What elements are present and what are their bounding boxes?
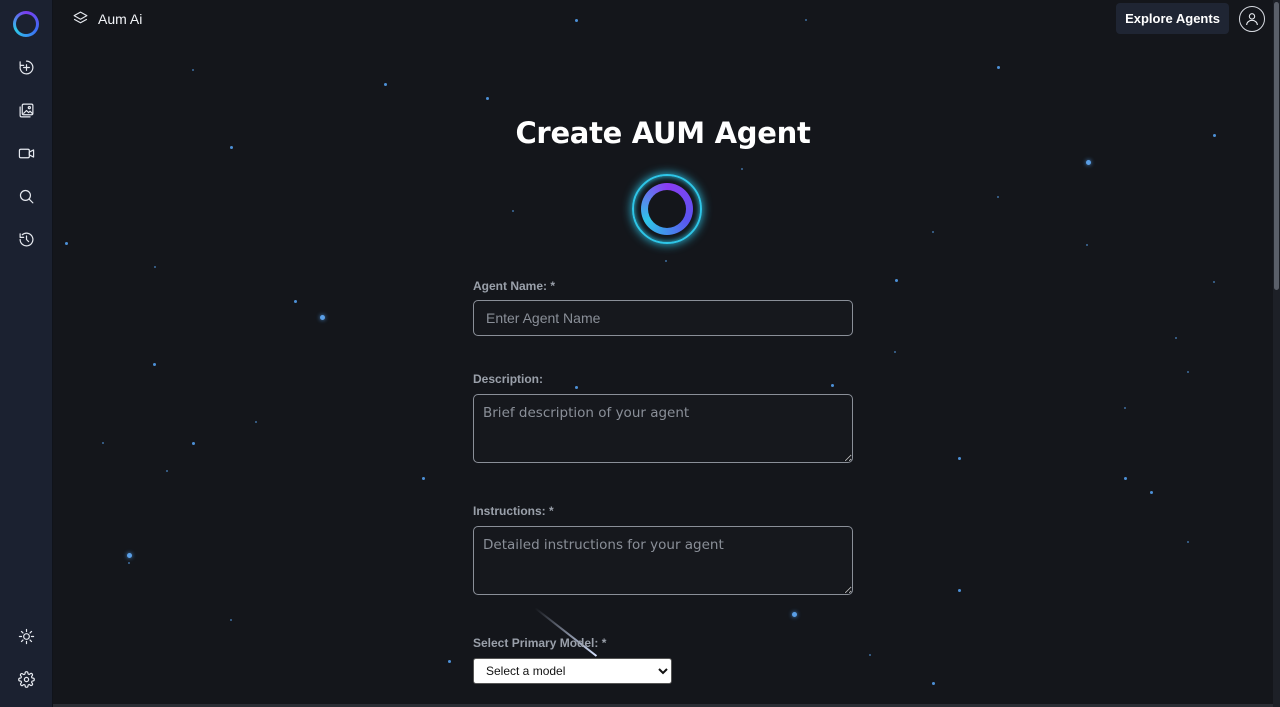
star — [153, 363, 156, 366]
star — [1213, 281, 1215, 283]
star — [65, 242, 68, 245]
star — [320, 315, 325, 320]
agent-name-input[interactable] — [473, 300, 853, 336]
primary-model-select[interactable]: Select a model — [473, 658, 672, 684]
star — [1187, 541, 1189, 543]
star — [997, 196, 999, 198]
star — [805, 19, 807, 21]
settings-button[interactable] — [15, 668, 37, 690]
star — [230, 146, 233, 149]
star — [1124, 407, 1126, 409]
star — [958, 589, 961, 592]
star — [294, 300, 297, 303]
description-label: Description: — [473, 372, 544, 386]
star — [958, 457, 961, 460]
star — [932, 682, 935, 685]
star — [997, 66, 1000, 69]
star — [166, 470, 168, 472]
image-gallery-icon — [19, 103, 33, 117]
search-button[interactable] — [15, 185, 37, 207]
history-button[interactable] — [15, 228, 37, 250]
description-textarea[interactable] — [473, 394, 853, 463]
star — [932, 231, 934, 233]
sidebar — [0, 0, 53, 707]
app-name: Aum Ai — [98, 10, 143, 27]
user-icon — [1246, 13, 1258, 26]
star — [192, 442, 195, 445]
scrollbar-thumb[interactable] — [1274, 2, 1279, 290]
star — [1124, 477, 1127, 480]
page-title: Create AUM Agent — [515, 116, 811, 150]
instructions-textarea[interactable] — [473, 526, 853, 595]
star — [192, 69, 194, 71]
star — [869, 654, 871, 656]
instructions-label: Instructions: * — [473, 504, 554, 518]
star — [255, 421, 257, 423]
star — [665, 260, 667, 262]
plus-circle-icon — [19, 60, 33, 74]
explore-agents-button[interactable]: Explore Agents — [1116, 3, 1229, 34]
star — [230, 619, 232, 621]
star — [741, 168, 743, 170]
theme-toggle-button[interactable] — [15, 625, 37, 647]
star — [384, 83, 387, 86]
search-icon — [19, 189, 33, 203]
star — [895, 279, 898, 282]
primary-model-label: Select Primary Model: * — [473, 636, 607, 650]
star — [1175, 337, 1177, 339]
star — [422, 477, 425, 480]
star — [831, 384, 834, 387]
brand[interactable]: Aum Ai — [72, 10, 142, 27]
star — [102, 442, 104, 444]
star — [128, 562, 130, 564]
star — [1086, 244, 1088, 246]
star — [575, 19, 578, 22]
gear-icon — [17, 670, 35, 688]
user-profile-button[interactable] — [1239, 6, 1265, 32]
sun-icon — [18, 628, 34, 644]
agent-name-label: Agent Name: * — [473, 279, 556, 293]
star — [154, 266, 156, 268]
history-icon — [19, 232, 33, 246]
layers-icon — [73, 11, 88, 24]
agent-avatar-icon — [632, 174, 702, 244]
new-chat-button[interactable] — [15, 56, 37, 78]
star — [1213, 134, 1216, 137]
video-camera-icon — [18, 148, 34, 158]
star — [575, 386, 578, 389]
star — [486, 97, 489, 100]
star — [792, 612, 797, 617]
star — [894, 351, 896, 353]
star — [1150, 491, 1153, 494]
star — [1086, 160, 1091, 165]
video-button[interactable] — [15, 142, 37, 164]
star — [512, 210, 514, 212]
aum-logo-icon[interactable] — [13, 11, 39, 37]
scrollbar[interactable] — [1273, 0, 1280, 707]
star — [448, 660, 451, 663]
star — [1187, 371, 1189, 373]
main-content — [53, 0, 1273, 707]
star — [127, 553, 132, 558]
images-button[interactable] — [15, 99, 37, 121]
